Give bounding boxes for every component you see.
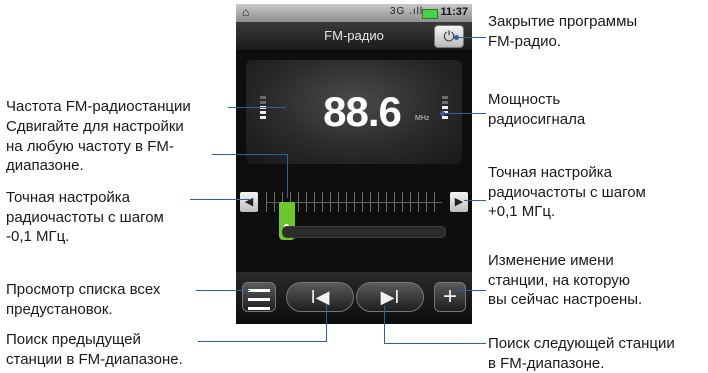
- power-icon: ⏻: [443, 28, 455, 44]
- callout-close: Закрытие программы FM-радио.: [488, 13, 638, 50]
- leader-slide-v: [287, 154, 288, 198]
- signal-strength-icon: [442, 96, 448, 121]
- leader-rename: [458, 290, 486, 291]
- presets-button[interactable]: [242, 282, 276, 312]
- callout-frequency: Частота FM-радиостанции: [6, 98, 191, 115]
- plus-icon: +: [442, 283, 457, 310]
- rename-station-button[interactable]: +: [434, 282, 466, 312]
- callout-slide: Сдвигайте для настройки на любую частоту…: [6, 118, 184, 174]
- next-icon: ▶I: [380, 287, 400, 307]
- leader-signal: [444, 113, 486, 114]
- leader-slide-h: [212, 154, 288, 155]
- tuning-slider-track[interactable]: [282, 226, 446, 238]
- seek-previous-button[interactable]: I◀: [286, 282, 354, 312]
- callout-prev-station: Поиск предыдущей станции в FM-диапазоне.: [6, 331, 183, 368]
- tune-down-icon: ◀: [244, 196, 254, 208]
- leader-next-h: [384, 343, 486, 344]
- tune-up-icon: ▶: [454, 196, 464, 208]
- leader-presets: [196, 290, 250, 291]
- callout-fine-down: Точная настройка радиочастоты с шагом -0…: [6, 189, 164, 245]
- leader-dot: [440, 111, 445, 116]
- tuner-strip: ◀ ▶: [240, 188, 468, 216]
- callout-signal: Мощность радиосигнала: [488, 91, 586, 128]
- status-bar: ⌂ 3G .ıll 11:37: [236, 4, 472, 22]
- fm-radio-screen: ⌂ 3G .ıll 11:37 FM-радио ⏻ 88.6 MHz ◀ ▶: [236, 4, 472, 324]
- leader-fine-down: [190, 199, 250, 200]
- leader-fine-up: [464, 200, 486, 201]
- leader-next-v: [384, 306, 385, 344]
- notification-icon: ⌂: [242, 5, 250, 19]
- frequency-readout: 88.6: [323, 88, 402, 135]
- battery-icon: [422, 9, 438, 19]
- callout-next-station: Поиск следующей станции в FM-диапазоне.: [488, 335, 675, 372]
- leader-close: [458, 37, 486, 38]
- frequency-display: 88.6 MHz: [246, 60, 462, 164]
- left-signal-icon: [260, 96, 266, 121]
- tune-down-button[interactable]: ◀: [240, 192, 258, 212]
- leader-dot: [454, 35, 459, 40]
- callout-rename: Изменение имени станции, на которую вы с…: [488, 252, 643, 308]
- control-bar: I◀ ▶I +: [236, 272, 472, 324]
- frequency-unit: MHz: [415, 115, 430, 122]
- seek-next-button[interactable]: ▶I: [356, 282, 424, 312]
- callout-fine-up: Точная настройка радиочастоты с шагом +0…: [488, 164, 646, 220]
- leader-prev-h: [198, 341, 326, 342]
- leader-prev-v: [326, 304, 327, 342]
- status-clock: 11:37: [440, 6, 468, 18]
- title-bar: FM-радио ⏻: [236, 22, 472, 50]
- list-icon: [248, 289, 270, 292]
- tune-up-button[interactable]: ▶: [450, 192, 468, 212]
- callout-presets: Просмотр списка всех предустановок.: [6, 281, 161, 318]
- leader-frequency: [228, 107, 286, 108]
- signal-status-icons: 3G .ıll: [390, 6, 424, 17]
